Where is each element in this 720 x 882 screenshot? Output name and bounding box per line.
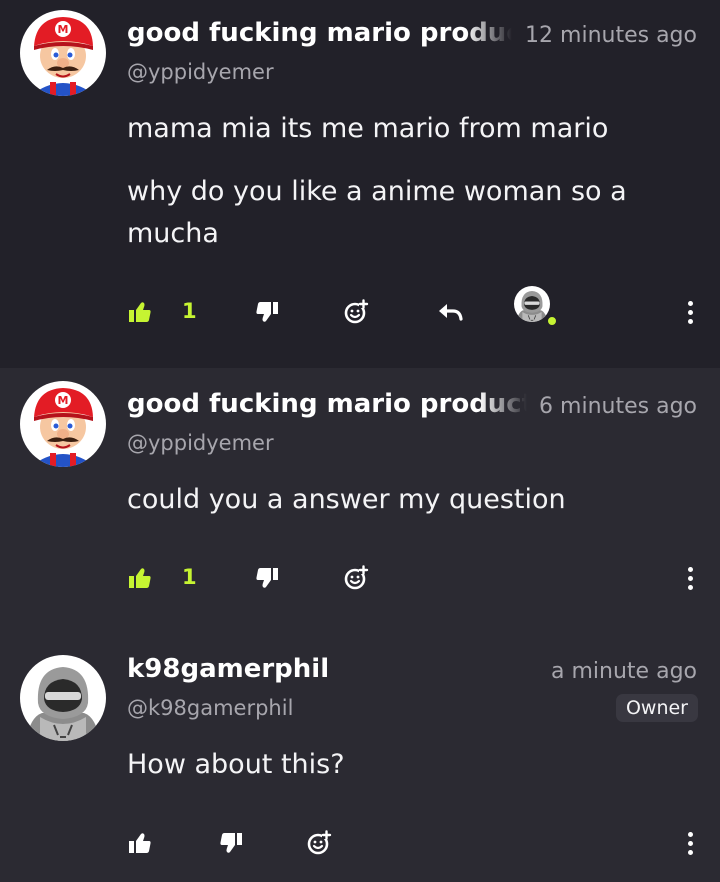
mario-avatar-icon: [20, 10, 106, 96]
avatar[interactable]: [20, 655, 106, 741]
dislike-button[interactable]: [217, 823, 245, 863]
like-button[interactable]: [126, 558, 154, 598]
hooded-figure-avatar-icon: [514, 286, 558, 327]
comment-handle[interactable]: @yppidyemer: [127, 431, 274, 455]
dislike-button[interactable]: [253, 558, 281, 598]
hooded-figure-avatar-icon: [20, 655, 106, 741]
comment-body: could you a answer my question: [127, 479, 687, 542]
reply-arrow-icon: [439, 304, 463, 321]
add-reaction-button[interactable]: [342, 558, 372, 598]
comment: k98gamerphil a minute ago @k98gamerphil …: [0, 622, 720, 882]
add-emoji-icon: [344, 565, 370, 590]
add-emoji-icon: [344, 299, 370, 324]
comment-text: why do you like a anime woman so a mucha: [127, 176, 627, 249]
comment-timestamp: 6 minutes ago: [539, 394, 697, 419]
comment-timestamp: 12 minutes ago: [525, 23, 697, 48]
comment-body: mama mia its me mario from mario why do …: [127, 108, 687, 276]
reply-avatar[interactable]: [512, 284, 564, 336]
more-options-button[interactable]: [678, 823, 702, 863]
comment-text: How about this?: [127, 749, 345, 780]
like-button[interactable]: [126, 292, 154, 332]
comment-handle[interactable]: @yppidyemer: [127, 60, 274, 84]
like-count: 1: [182, 299, 197, 323]
comment-timestamp: a minute ago: [551, 659, 697, 684]
like-button[interactable]: [126, 823, 154, 863]
comment-text: could you a answer my question: [127, 484, 566, 515]
comment-body: How about this?: [127, 744, 687, 807]
comment: good fucking mario product 12 minutes ag…: [0, 0, 720, 368]
comment-author[interactable]: k98gamerphil: [127, 654, 507, 684]
comment-actions: [0, 823, 720, 863]
owner-badge: Owner: [615, 694, 698, 722]
thumbs-up-icon: [129, 302, 151, 322]
thumbs-up-icon: [129, 833, 151, 853]
avatar[interactable]: [20, 381, 106, 467]
comment-author[interactable]: good fucking mario product: [127, 18, 512, 48]
comment-actions: 1: [0, 286, 720, 332]
thumbs-up-icon: [129, 568, 151, 588]
dislike-button[interactable]: [253, 292, 281, 332]
add-emoji-icon: [307, 830, 333, 855]
like-count: 1: [182, 565, 197, 589]
thumbs-down-icon: [220, 833, 242, 853]
more-options-button[interactable]: [678, 292, 702, 332]
add-reaction-button[interactable]: [305, 823, 335, 863]
comment-author[interactable]: good fucking mario producti: [127, 389, 527, 419]
reply-button[interactable]: [436, 292, 464, 332]
comment-text: mama mia its me mario from mario: [127, 113, 609, 144]
mario-avatar-icon: [20, 381, 106, 467]
comment-actions: 1: [0, 558, 720, 598]
avatar[interactable]: [20, 10, 106, 96]
comment: good fucking mario producti 6 minutes ag…: [0, 368, 720, 622]
comment-handle[interactable]: @k98gamerphil: [127, 696, 293, 720]
more-options-button[interactable]: [678, 558, 702, 598]
thumbs-down-icon: [256, 568, 278, 588]
thumbs-down-icon: [256, 302, 278, 322]
add-reaction-button[interactable]: [342, 292, 372, 332]
